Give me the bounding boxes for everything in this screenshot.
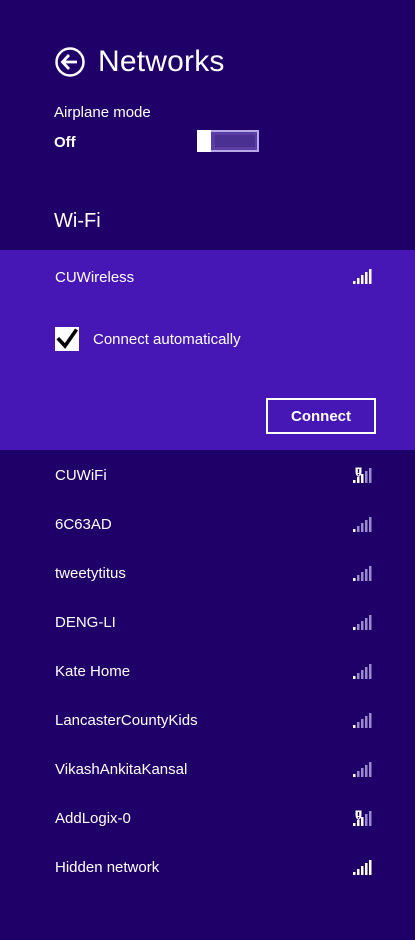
network-name: CUWiFi [55,467,107,484]
network-item[interactable]: 6C63AD [0,500,415,549]
network-name: Kate Home [55,663,131,680]
signal-strength-icon [351,565,373,581]
wifi-section-title: Wi-Fi [54,210,101,232]
network-item[interactable]: tweetytitus [0,549,415,598]
page-title: Networks [98,45,225,78]
back-arrow-circle-icon[interactable] [54,46,86,78]
network-item[interactable]: DENG-LI [0,598,415,647]
connect-automatically-checkbox[interactable] [55,327,79,351]
network-item[interactable]: LancasterCountyKids [0,696,415,745]
network-item[interactable]: Kate Home [0,647,415,696]
signal-strength-icon [351,663,373,679]
signal-strength-icon [351,268,373,284]
airplane-mode-label: Airplane mode [54,104,151,121]
signal-strength-icon [351,516,373,532]
network-name: AddLogix-0 [55,810,131,827]
network-item[interactable]: CUWiFi [0,451,415,500]
signal-strength-icon [351,859,373,875]
signal-strength-icon [351,761,373,777]
networks-panel: Networks Airplane mode Off Wi-Fi CUWirel… [0,0,415,940]
airplane-mode-toggle[interactable] [197,130,259,152]
network-name: Hidden network [55,859,160,876]
connect-automatically-label: Connect automatically [93,330,241,348]
connect-button[interactable]: Connect [266,398,376,434]
signal-strength-icon [351,712,373,728]
network-item[interactable]: AddLogix-0 [0,794,415,843]
network-name: LancasterCountyKids [55,712,198,729]
airplane-mode-state: Off [54,134,76,151]
toggle-track-fill [215,135,255,147]
selected-network[interactable]: CUWireless Connect automatically Connect [0,250,415,450]
header: Networks [54,42,225,82]
network-item[interactable]: VikashAnkitaKansal [0,745,415,794]
network-name: DENG-LI [55,614,116,631]
secured-signal-icon [351,467,373,483]
checkmark-icon [56,328,79,349]
network-item[interactable]: Hidden network [0,843,415,892]
network-name: VikashAnkitaKansal [55,761,188,778]
connect-automatically-option[interactable]: Connect automatically [55,327,241,351]
toggle-thumb[interactable] [197,130,211,152]
signal-strength-icon [351,614,373,630]
selected-network-name: CUWireless [55,269,135,286]
network-name: tweetytitus [55,565,126,582]
network-name: 6C63AD [55,516,112,533]
secured-signal-icon [351,810,373,826]
